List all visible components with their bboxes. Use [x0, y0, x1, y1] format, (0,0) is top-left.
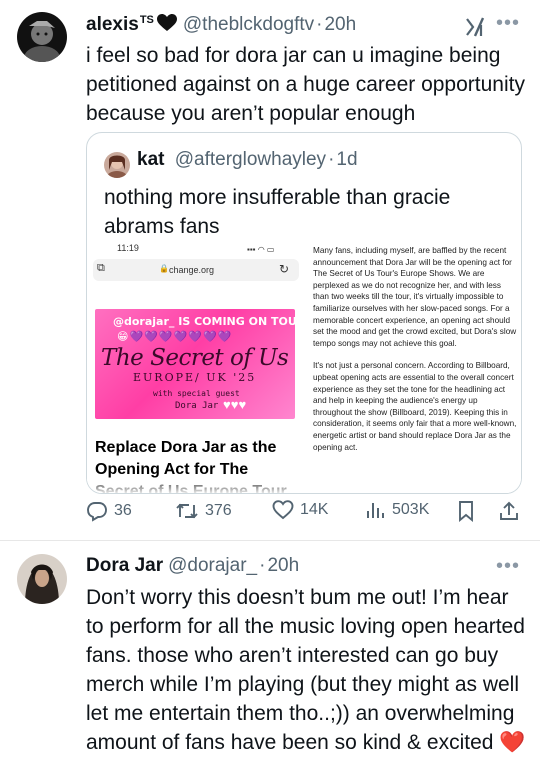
quoted-text: nothing more insufferable than gracie ab… [104, 186, 451, 238]
reply-count: 36 [114, 502, 132, 519]
tour-banner: @dorajar_ IS COMING ON TOUR😁 😁💜💜💜💜💜💜💜 Th… [95, 309, 295, 419]
quoted-tweet[interactable]: kat @afterglowhayley · 1d nothing more ins… [86, 132, 522, 494]
tweet-text: Don’t worry this doesn’t bum me out! I’m… [86, 586, 526, 754]
banner-emoji-row: 😁💜💜💜💜💜💜💜 [117, 331, 233, 343]
quoted-handle[interactable]: @afterglowhayley [175, 149, 326, 170]
avatar-kat[interactable] [104, 152, 130, 178]
separator-dot: · [259, 555, 266, 576]
user-handle[interactable]: @theblckdogftv [183, 14, 314, 36]
repost-button[interactable]: 376 [175, 500, 232, 522]
views-button[interactable]: 503K [364, 500, 429, 520]
action-bar: 36 376 14K 503K [86, 500, 526, 526]
tweet-header: alexis TS @theblckdogftv · 20h [86, 12, 356, 36]
share-icon [500, 501, 518, 520]
display-name[interactable]: Dora Jar [86, 555, 163, 577]
article-paragraph: Many fans, including myself, are baffled… [313, 246, 517, 348]
bookmark-button[interactable] [457, 500, 475, 522]
repost-icon [176, 503, 198, 519]
tweet-header: Dora Jar @dorajar_ · 20h [86, 555, 299, 577]
quoted-display-name[interactable]: kat [137, 149, 164, 170]
timestamp[interactable]: 20h [267, 555, 299, 577]
quoted-header: kat @afterglowhayley · 1d [137, 149, 358, 171]
views-icon [367, 503, 384, 518]
display-name[interactable]: alexis [86, 14, 139, 36]
name-superscript: TS [139, 14, 154, 26]
user-handle[interactable]: @dorajar_ [168, 555, 257, 577]
tabs-icon: ⧉ [97, 262, 105, 274]
like-button[interactable]: 14K [272, 500, 328, 520]
black-heart-icon [156, 14, 177, 32]
petition-article: Many fans, including myself, are baffled… [313, 245, 517, 493]
grok-icon[interactable] [464, 16, 486, 38]
more-icon[interactable]: ••• [496, 12, 520, 35]
separator-dot: · [328, 149, 335, 170]
petition-screenshot: 11:19 ▪▪▪ ◠ ▭ ⧉ 🔒 change.org ↻ @dorajar_… [87, 243, 305, 493]
banner-heading: @dorajar_ IS COMING ON TOUR😁 [113, 315, 295, 328]
lock-icon: 🔒 [159, 264, 169, 273]
tweet-text: i feel so bad for dora jar can u imagine… [86, 44, 525, 125]
reload-icon: ↻ [278, 262, 289, 276]
banner-subtitle: EUROPE/ UK '25 [133, 371, 257, 384]
share-button[interactable] [498, 500, 520, 522]
tweet-dora-jar[interactable]: Dora Jar @dorajar_ · 20h ••• Don’t worry… [0, 541, 540, 773]
repost-count: 376 [205, 502, 232, 519]
tweet-alexis[interactable]: alexis TS @theblckdogftv · 20h ••• i fee… [0, 0, 540, 540]
views-count: 503K [392, 501, 430, 518]
url-text: change.org [169, 265, 215, 275]
avatar-dora-jar[interactable] [17, 554, 67, 604]
timestamp[interactable]: 20h [324, 14, 356, 36]
banner-guest-name: Dora Jar [175, 401, 219, 411]
separator-dot: · [316, 14, 323, 35]
banner-title: The Secret of Us Tour [101, 345, 295, 371]
white-hearts-icon: ♥♥♥ [223, 397, 247, 412]
quoted-media-image[interactable]: 11:19 ▪▪▪ ◠ ▭ ⧉ 🔒 change.org ↻ @dorajar_… [87, 243, 521, 493]
reply-button[interactable]: 36 [86, 500, 132, 522]
quoted-timestamp[interactable]: 1d [336, 149, 357, 170]
like-count: 14K [300, 501, 329, 518]
more-icon[interactable]: ••• [496, 555, 520, 578]
signal-icon: ▪▪▪ ◠ ▭ [247, 245, 275, 254]
avatar-alexis[interactable] [17, 12, 67, 62]
article-paragraph: It's not just a personal concern. Accord… [313, 361, 517, 452]
reply-icon [87, 502, 107, 522]
fade-overlay [87, 479, 305, 493]
like-icon [272, 500, 294, 520]
status-bar-time: 11:19 [117, 243, 139, 253]
browser-url-bar: ⧉ 🔒 change.org ↻ [93, 259, 299, 281]
bookmark-icon [459, 501, 473, 522]
